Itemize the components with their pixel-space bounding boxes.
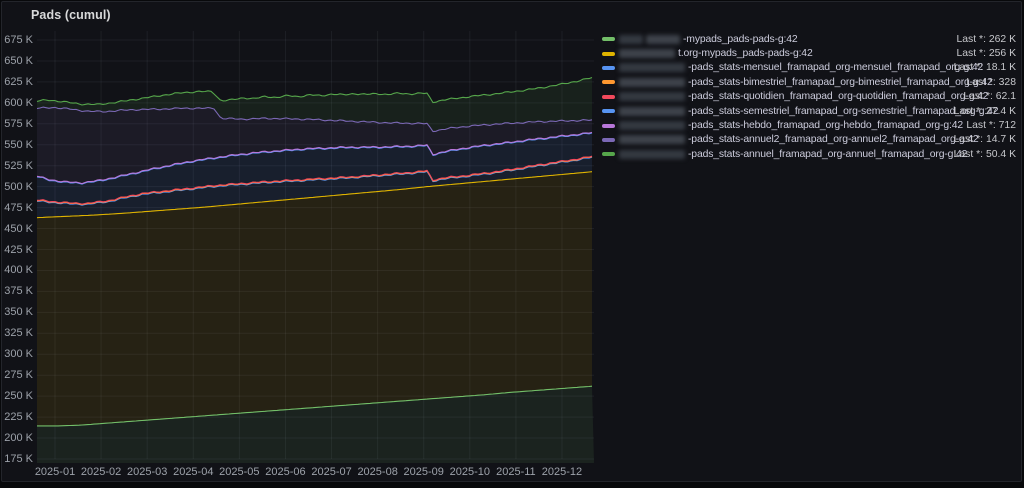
legend-item[interactable]: -pads_stats-bimestriel_framapad_org-bime… xyxy=(602,75,1018,89)
redacted-text-blur xyxy=(619,121,685,130)
y-tick-label: 250 K xyxy=(2,390,33,402)
legend-last-value: Last *: 62.1 xyxy=(963,90,1016,104)
x-tick-label: 2025-11 xyxy=(492,466,540,478)
redacted-text-blur xyxy=(619,63,685,72)
y-tick-label: 600 K xyxy=(2,97,33,109)
series-color-line-icon xyxy=(602,138,615,142)
y-tick-label: 225 K xyxy=(2,411,33,423)
legend-item[interactable]: -pads_stats-annuel_framapad_org-annuel_f… xyxy=(602,147,1018,161)
y-tick-label: 325 K xyxy=(2,327,33,339)
legend-item[interactable]: -pads_stats-mensuel_framapad_org-mensuel… xyxy=(602,61,1018,75)
x-tick-label: 2025-12 xyxy=(538,466,586,478)
legend-item[interactable]: -mypads_pads-pads-g:42 Last *: 262 K xyxy=(602,32,1018,46)
series-color-line-icon xyxy=(602,52,615,56)
y-tick-label: 200 K xyxy=(2,432,33,444)
series-color-line-icon xyxy=(602,80,615,84)
legend-item[interactable]: t.org-mypads_pads-pads-g:42 Last *: 256 K xyxy=(602,46,1018,60)
timeseries-panel: Pads (cumul) 675 K650 K625 K600 K575 K55… xyxy=(1,1,1022,482)
redacted-text-blur xyxy=(619,150,685,159)
series-color-line-icon xyxy=(602,66,615,70)
y-tick-label: 275 K xyxy=(2,369,33,381)
legend-series-name: -pads_stats-annuel2_framapad_org-annuel2… xyxy=(688,134,979,145)
y-tick-label: 525 K xyxy=(2,160,33,172)
redacted-text-blur xyxy=(619,135,685,144)
legend: -mypads_pads-pads-g:42Last *: 262 Kt.org… xyxy=(602,32,1018,162)
y-tick-label: 550 K xyxy=(2,139,33,151)
y-tick-label: 300 K xyxy=(2,348,33,360)
x-tick-label: 2025-07 xyxy=(308,466,356,478)
legend-series-name: -pads_stats-semestriel_framapad_org-seme… xyxy=(688,106,998,117)
series-color-line-icon xyxy=(602,124,615,128)
series-color-line-icon xyxy=(602,37,615,41)
y-tick-label: 375 K xyxy=(2,285,33,297)
x-tick-label: 2025-05 xyxy=(215,466,263,478)
y-tick-label: 650 K xyxy=(2,55,33,67)
legend-last-value: Last *: 18.1 K xyxy=(954,61,1016,75)
y-tick-label: 425 K xyxy=(2,244,33,256)
y-tick-label: 175 K xyxy=(2,453,33,465)
series-color-line-icon xyxy=(602,152,615,156)
legend-item[interactable]: -pads_stats-quotidien_framapad_org-quoti… xyxy=(602,90,1018,104)
legend-series-name: -pads_stats-mensuel_framapad_org-mensuel… xyxy=(688,62,983,73)
legend-last-value: Last *: 14.7 K xyxy=(954,133,1016,147)
redacted-text-blur xyxy=(646,35,680,44)
x-tick-label: 2025-06 xyxy=(261,466,309,478)
legend-item[interactable]: -pads_stats-semestriel_framapad_org-seme… xyxy=(602,104,1018,118)
legend-last-value: Last *: 27.4 K xyxy=(954,104,1016,118)
redacted-text-blur xyxy=(619,92,685,101)
series-color-line-icon xyxy=(602,109,615,113)
y-tick-label: 475 K xyxy=(2,202,33,214)
legend-last-value: Last *: 262 K xyxy=(957,32,1017,46)
legend-series-name: -pads_stats-hebdo_framapad_org-hebdo_fra… xyxy=(688,120,963,131)
legend-last-value: Last *: 256 K xyxy=(957,46,1017,60)
y-tick-label: 400 K xyxy=(2,264,33,276)
legend-series-name: -pads_stats-quotidien_framapad_org-quoti… xyxy=(688,91,988,102)
y-tick-label: 450 K xyxy=(2,223,33,235)
y-tick-label: 350 K xyxy=(2,306,33,318)
x-tick-label: 2025-02 xyxy=(77,466,125,478)
x-tick-label: 2025-01 xyxy=(31,466,79,478)
grafana-panel-screenshot: Pads (cumul) 675 K650 K625 K600 K575 K55… xyxy=(0,0,1024,488)
legend-last-value: Last *: 328 xyxy=(966,75,1016,89)
legend-series-name: t.org-mypads_pads-pads-g:42 xyxy=(678,48,813,59)
y-tick-label: 675 K xyxy=(2,34,33,46)
legend-series-name: -pads_stats-bimestriel_framapad_org-bime… xyxy=(688,77,993,88)
x-tick-label: 2025-09 xyxy=(400,466,448,478)
redacted-text-blur xyxy=(619,35,643,44)
y-tick-label: 500 K xyxy=(2,181,33,193)
x-tick-label: 2025-04 xyxy=(169,466,217,478)
legend-item[interactable]: -pads_stats-annuel2_framapad_org-annuel2… xyxy=(602,133,1018,147)
y-tick-label: 575 K xyxy=(2,118,33,130)
redacted-text-blur xyxy=(619,78,685,87)
legend-item[interactable]: -pads_stats-hebdo_framapad_org-hebdo_fra… xyxy=(602,118,1018,132)
y-tick-label: 625 K xyxy=(2,76,33,88)
x-tick-label: 2025-03 xyxy=(123,466,171,478)
legend-series-name: -pads_stats-annuel_framapad_org-annuel_f… xyxy=(688,149,967,160)
x-tick-label: 2025-10 xyxy=(446,466,494,478)
legend-last-value: Last *: 50.4 K xyxy=(954,147,1016,161)
legend-series-name: -mypads_pads-pads-g:42 xyxy=(683,34,798,45)
legend-last-value: Last *: 712 xyxy=(966,118,1016,132)
redacted-text-blur xyxy=(619,107,685,116)
redacted-text-blur xyxy=(619,49,675,58)
x-tick-label: 2025-08 xyxy=(354,466,402,478)
series-color-line-icon xyxy=(602,95,615,99)
